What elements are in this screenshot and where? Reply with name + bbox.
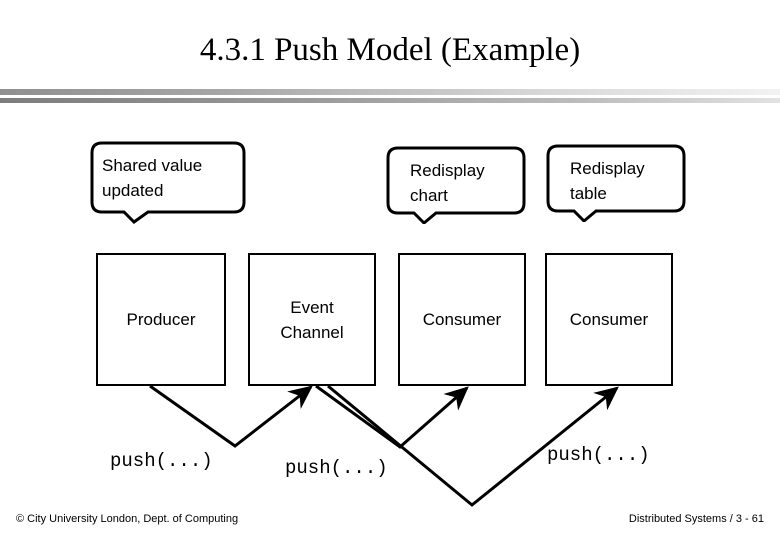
callout-redisplay-table: Redisplay table xyxy=(546,144,686,222)
code-label-push-channel-1: push(...) xyxy=(285,457,388,479)
footer-copyright: © City University London, Dept. of Compu… xyxy=(16,513,239,525)
callout-shared-value-updated: Shared value updated xyxy=(90,141,246,224)
callout-text-block: Redisplay chart xyxy=(386,146,526,224)
node-line-1: Producer xyxy=(126,310,196,329)
node-line-2: Channel xyxy=(280,322,344,342)
node-line-1: Consumer xyxy=(422,310,502,329)
callout-line-2: table xyxy=(570,184,607,203)
node-event-channel: Event Channel xyxy=(248,253,376,386)
callout-text-block: Redisplay table xyxy=(546,144,686,222)
node-line-1: Consumer xyxy=(569,310,649,329)
push-model-diagram: Shared value updated Redisplay chart Red… xyxy=(0,0,780,540)
callout-line-1: Redisplay xyxy=(410,161,485,180)
code-label-push-producer: push(...) xyxy=(110,450,213,472)
node-producer: Producer xyxy=(96,253,226,386)
callout-text-block: Shared value updated xyxy=(90,141,246,224)
footer-course-reference: Distributed Systems / 3 - 61 xyxy=(628,513,764,525)
node-label-block: Consumer xyxy=(570,307,648,332)
slide-canvas: 4.3.1 Push Model (Example) Shared value … xyxy=(0,0,780,540)
callout-line-1: Redisplay xyxy=(570,159,645,178)
callout-line-1: Shared value xyxy=(102,156,203,175)
node-label-block: Producer xyxy=(127,307,196,332)
arrow-producer-to-event-channel xyxy=(149,384,313,448)
node-line-1: Event xyxy=(290,297,334,317)
callout-redisplay-chart: Redisplay chart xyxy=(386,146,526,224)
callout-line-2: chart xyxy=(410,186,448,205)
code-label-push-channel-2: push(...) xyxy=(547,444,650,466)
node-consumer-1: Consumer xyxy=(398,253,526,386)
node-label-block: Consumer xyxy=(423,307,501,332)
node-label-block: Event Channel xyxy=(280,295,343,345)
callout-line-2: updated xyxy=(102,181,164,200)
node-consumer-2: Consumer xyxy=(545,253,673,386)
